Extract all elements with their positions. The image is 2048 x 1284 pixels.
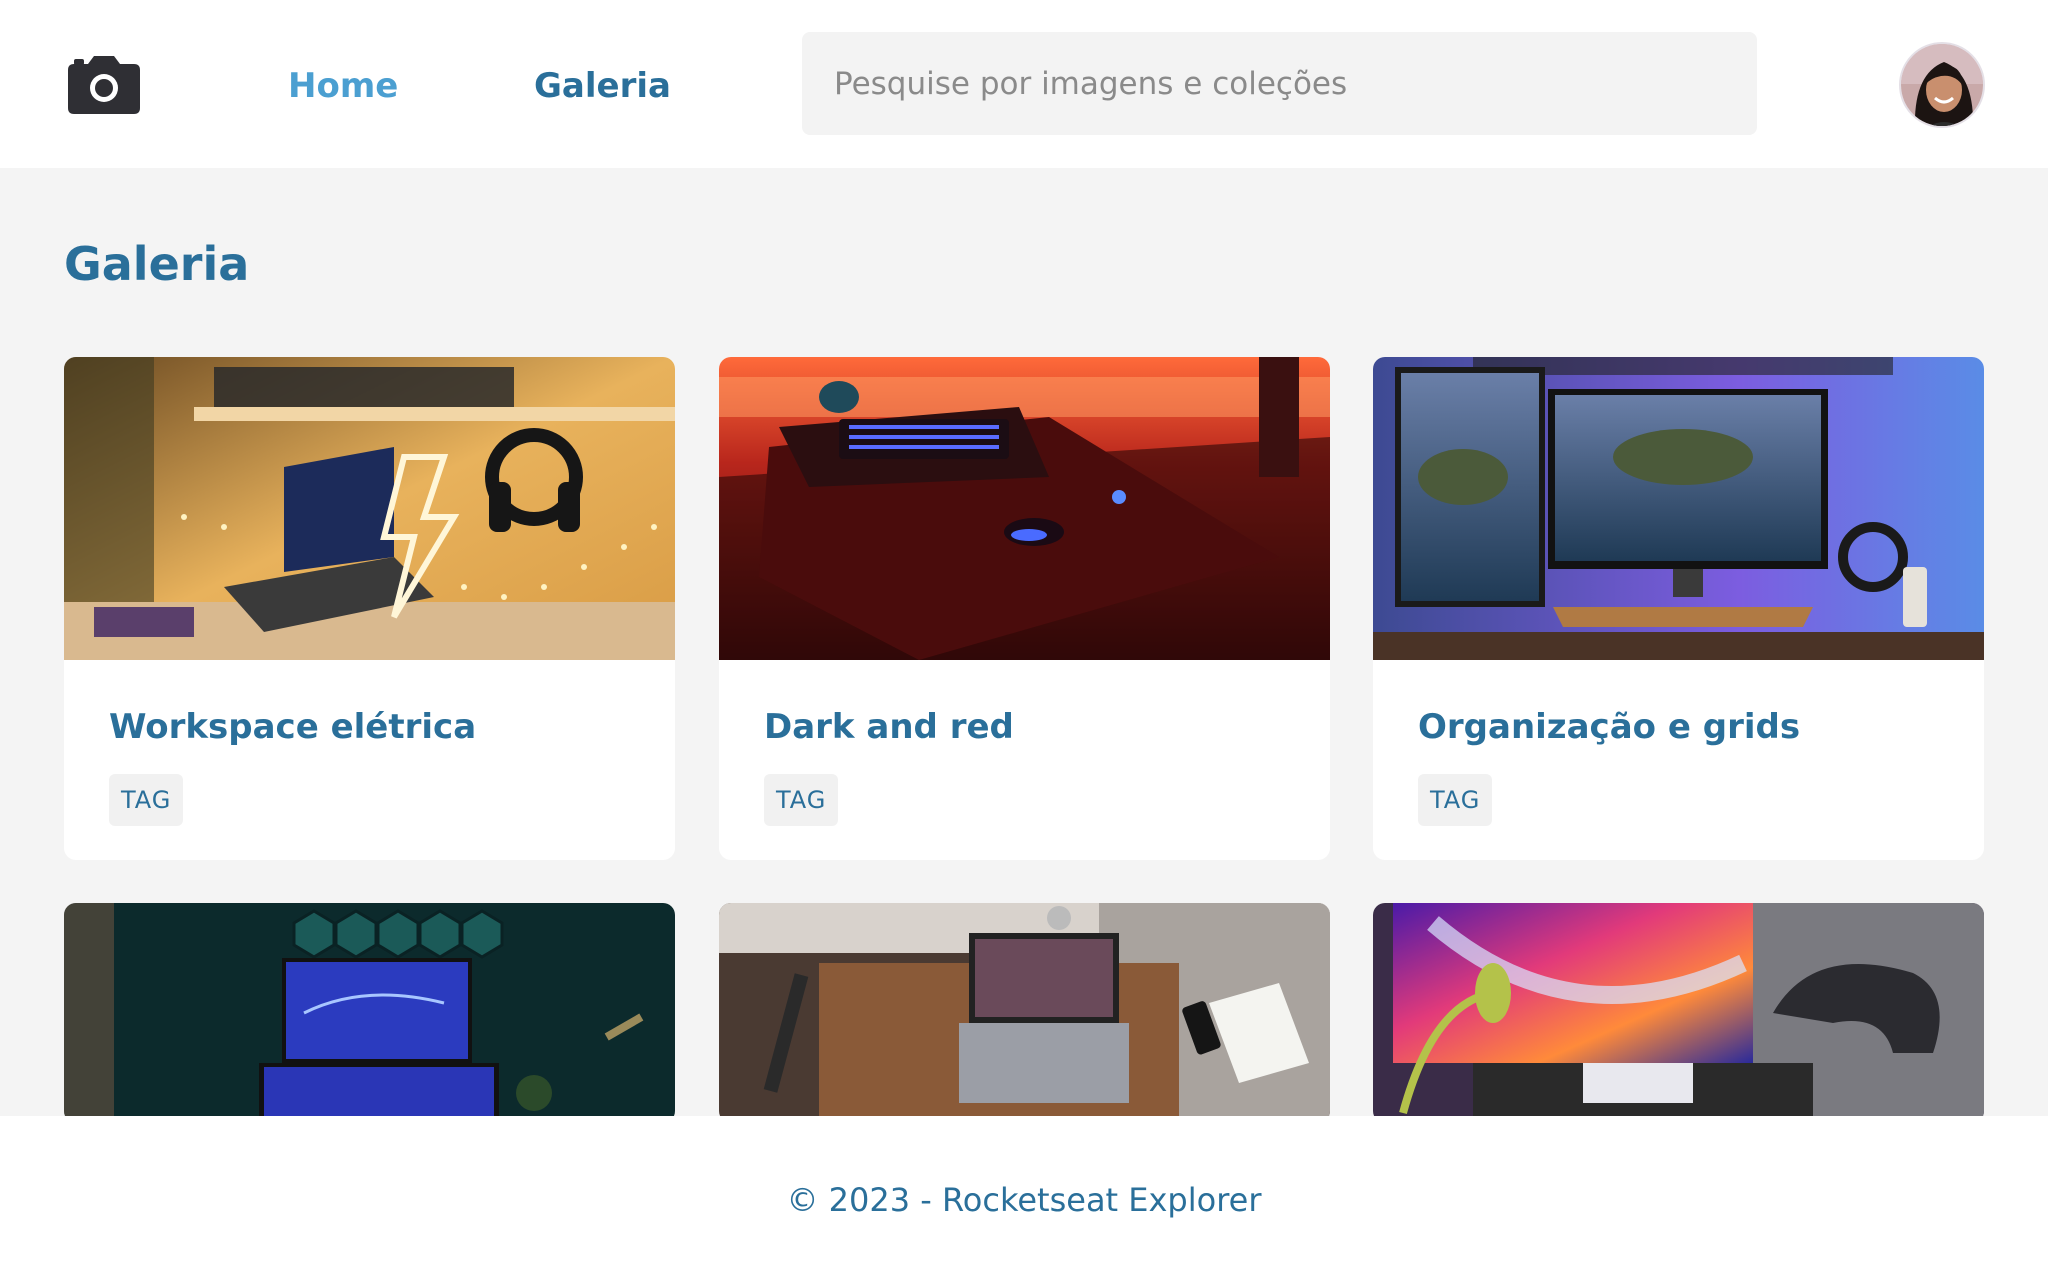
search-input[interactable]	[802, 32, 1757, 135]
card-title: Dark and red	[764, 707, 1014, 747]
user-avatar[interactable]	[1899, 42, 1985, 128]
nav-galeria-link[interactable]: Galeria	[534, 62, 671, 110]
card-title: Workspace elétrica	[109, 707, 477, 747]
card-image-colorful-monitor	[1373, 903, 1984, 1123]
gallery-card[interactable]	[1373, 903, 1984, 1123]
card-image-dark-red	[719, 357, 1330, 660]
gallery-card[interactable]: Organização e grids TAG	[1373, 357, 1984, 860]
tag-badge[interactable]: TAG	[764, 774, 839, 826]
card-image-organizacao	[1373, 357, 1984, 660]
nav-home-link[interactable]: Home	[288, 62, 398, 110]
page-footer: © 2023 - Rocketseat Explorer	[0, 1116, 2048, 1284]
card-title: Organização e grids	[1418, 707, 1801, 747]
card-image-workspace	[64, 357, 675, 660]
tag-badge[interactable]: TAG	[1418, 774, 1493, 826]
card-image-laptop-topview	[719, 903, 1330, 1123]
card-image-teal-hexagon	[64, 903, 675, 1123]
gallery-card[interactable]	[719, 903, 1330, 1123]
top-header: Home Galeria	[0, 0, 2048, 168]
gallery-card[interactable]: Dark and red TAG	[719, 357, 1330, 860]
footer-copyright: © 2023 - Rocketseat Explorer	[786, 1181, 1262, 1219]
camera-icon[interactable]	[68, 56, 140, 114]
gallery-card[interactable]: Workspace elétrica TAG	[64, 357, 675, 860]
page-title: Galeria	[64, 237, 250, 291]
gallery-card[interactable]	[64, 903, 675, 1123]
tag-badge[interactable]: TAG	[109, 774, 184, 826]
